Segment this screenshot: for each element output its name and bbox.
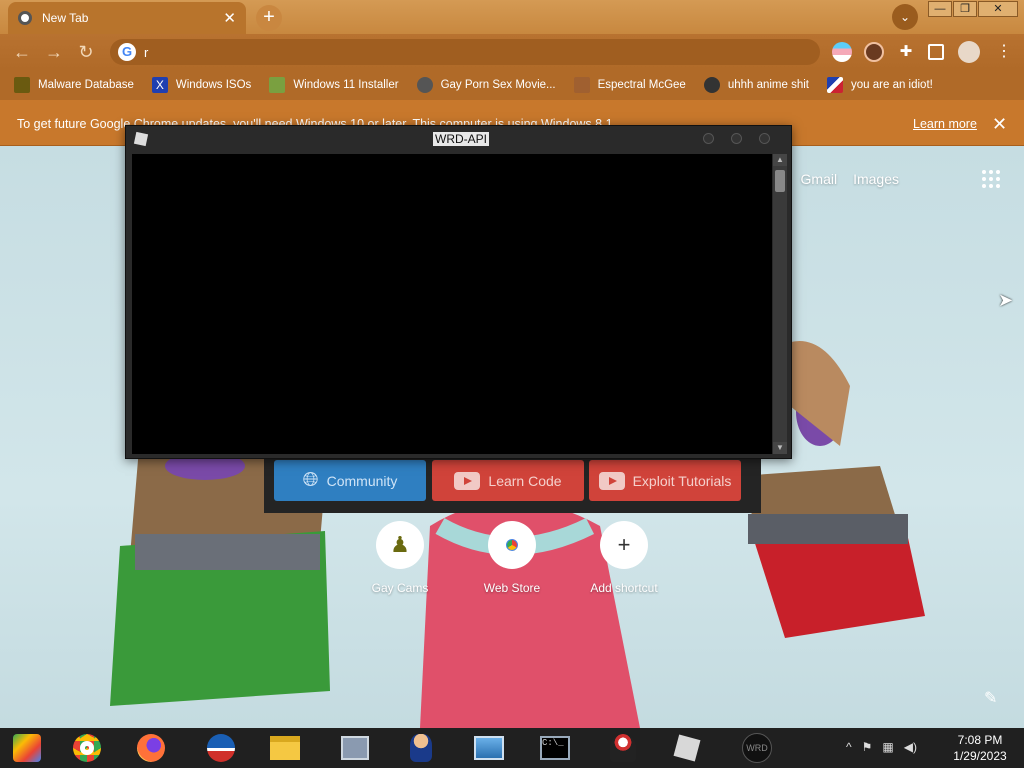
menu-kebab-icon[interactable]: ⋮ [994, 42, 1014, 62]
tab-strip: New Tab ✕ + ⌄ — ❐ ✕ [0, 0, 1024, 34]
scrollbar[interactable]: ▲ ▼ [773, 154, 787, 454]
bookmark-item[interactable]: Malware Database [14, 77, 134, 93]
mouse-cursor-icon: ➤ [998, 290, 1014, 310]
ntp-header-links: Gmail Images [801, 171, 899, 187]
x-icon: X [151, 77, 168, 93]
customize-pencil-icon[interactable]: ✎ [984, 688, 997, 708]
anime-icon [703, 77, 720, 93]
java-icon[interactable] [606, 732, 640, 764]
new-tab-button[interactable]: + [256, 5, 282, 31]
system-tray: ^ ⚑ ▦ ◀) [846, 740, 917, 754]
avatar-icon [573, 77, 590, 93]
agent-icon[interactable] [404, 732, 438, 764]
wrd-dot-button[interactable] [731, 133, 742, 144]
bookmark-item[interactable]: Gay Porn Sex Movie... [416, 77, 556, 93]
taskbar-clock[interactable]: 7:08 PM 1/29/2023 [940, 732, 1020, 764]
clock-date: 1/29/2023 [953, 749, 1007, 763]
chrome-icon [488, 521, 536, 569]
bookmark-item[interactable]: Windows 11 Installer [269, 77, 399, 93]
image-icon [269, 77, 286, 93]
obama-icon[interactable] [204, 732, 238, 764]
roblox-icon[interactable] [670, 732, 704, 764]
shortcut-gay-cams[interactable]: ♟ Gay Cams [350, 521, 450, 595]
google-icon: G [118, 43, 136, 61]
extensions-puzzle-icon[interactable]: ✚ [896, 42, 916, 62]
reload-button[interactable]: ↻ [74, 41, 98, 63]
globe-icon: 🌐︎ [302, 469, 319, 491]
wrd-dot-button[interactable] [703, 133, 714, 144]
google-apps-icon[interactable] [982, 170, 1000, 188]
learn-more-link[interactable]: Learn more [913, 117, 977, 131]
user-icon: ♟ [376, 521, 424, 569]
profile-avatar-icon[interactable] [958, 41, 980, 63]
bookmark-item[interactable]: Espectral McGee [573, 77, 686, 93]
chevron-up-icon[interactable]: ^ [846, 740, 852, 754]
exploit-tutorials-button[interactable]: Exploit Tutorials [589, 460, 741, 501]
back-button[interactable]: ← [10, 41, 34, 63]
close-tab-icon[interactable]: ✕ [223, 9, 236, 27]
windows-taskbar: C:\_ WRD ^ ⚑ ▦ ◀) 7:08 PM 1/29/2023 [0, 728, 1024, 768]
minimize-button[interactable]: — [928, 1, 952, 17]
side-panel-icon[interactable] [928, 44, 944, 60]
photos-icon[interactable] [472, 732, 506, 764]
folder-icon [14, 77, 30, 93]
scrollbar-thumb[interactable] [775, 170, 785, 192]
shortcut-label: Add shortcut [590, 581, 658, 595]
forward-button[interactable]: → [42, 41, 66, 63]
wrd-button-tray: 🌐︎ Community Learn Code Exploit Tutorial… [264, 456, 761, 513]
tab-title: New Tab [42, 11, 89, 25]
flag-icon [827, 77, 844, 93]
wrd-titlebar[interactable]: WRD-API [126, 126, 791, 152]
script-editor[interactable] [132, 154, 772, 454]
address-input[interactable] [144, 44, 784, 60]
gmail-link[interactable]: Gmail [801, 171, 838, 187]
bookmark-item[interactable]: you are an idiot! [827, 77, 933, 93]
shortcut-label: Gay Cams [371, 581, 429, 595]
bookmark-item[interactable]: uhhh anime shit [703, 77, 809, 93]
trans-flag-extension-icon[interactable] [832, 42, 852, 62]
volume-icon[interactable]: ◀) [904, 740, 917, 754]
chrome-icon [18, 11, 32, 25]
cmd-icon[interactable]: C:\_ [538, 732, 572, 764]
shortcut-web-store[interactable]: Web Store [462, 521, 562, 595]
youtube-icon [454, 471, 481, 490]
gear-icon [416, 77, 433, 93]
add-shortcut-button[interactable]: + Add shortcut [574, 521, 674, 595]
community-button[interactable]: 🌐︎ Community [274, 460, 426, 501]
restore-button[interactable]: ❐ [953, 1, 977, 17]
network-icon[interactable]: ▦ [882, 740, 893, 754]
roblox-icon [133, 131, 149, 147]
chrome-cube-icon[interactable] [10, 732, 44, 764]
close-window-button[interactable]: ✕ [978, 1, 1018, 17]
bookmark-item[interactable]: X Windows ISOs [151, 77, 251, 93]
scroll-down-icon[interactable]: ▼ [773, 442, 787, 454]
tab-search-button[interactable]: ⌄ [892, 4, 918, 30]
youtube-icon [598, 471, 625, 490]
address-bar[interactable]: G [110, 39, 820, 65]
shortcut-label: Web Store [483, 581, 541, 595]
plus-icon: + [600, 521, 648, 569]
profile-extension-icon[interactable] [864, 42, 884, 62]
images-link[interactable]: Images [853, 171, 899, 187]
close-icon[interactable]: ✕ [992, 114, 1007, 135]
chrome-icon[interactable] [70, 732, 104, 764]
wrd-window-title: WRD-API [433, 132, 489, 146]
flag-icon[interactable]: ⚑ [862, 740, 873, 754]
task-manager-icon[interactable] [338, 732, 372, 764]
browser-toolbar: ← → ↻ G ✚ ⋮ [0, 34, 1024, 70]
scroll-up-icon[interactable]: ▲ [773, 154, 787, 166]
wrd-icon[interactable]: WRD [740, 732, 774, 764]
learn-code-button[interactable]: Learn Code [432, 460, 584, 501]
firefox-icon[interactable] [134, 732, 168, 764]
bookmarks-bar: Malware Database X Windows ISOs Windows 1… [0, 70, 1024, 100]
wrd-dot-button[interactable] [759, 133, 770, 144]
tab-new-tab[interactable]: New Tab ✕ [8, 2, 246, 34]
file-explorer-icon[interactable] [268, 732, 302, 764]
clock-time: 7:08 PM [957, 733, 1003, 747]
wrd-api-window: WRD-API ▲ ▼ [125, 125, 792, 459]
